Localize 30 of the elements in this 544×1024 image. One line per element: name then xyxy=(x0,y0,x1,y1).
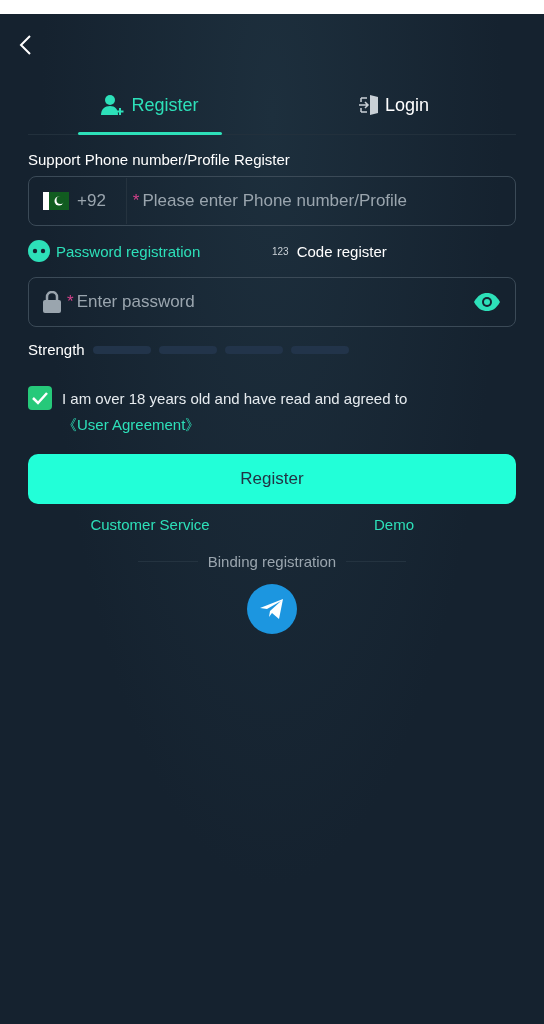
code-digits: 123 xyxy=(272,245,289,257)
register-button[interactable]: Register xyxy=(28,454,516,504)
user-add-icon xyxy=(101,94,126,116)
required-mark: * xyxy=(67,292,74,312)
tab[interactable]: Register xyxy=(28,76,272,134)
required-mark: * xyxy=(132,191,140,211)
method-tab[interactable]: 123 Code register xyxy=(272,242,516,260)
tab[interactable]: Login xyxy=(272,76,516,134)
eye-icon[interactable] xyxy=(473,292,501,312)
password-field[interactable]: * Enter password xyxy=(28,277,516,327)
lock-icon xyxy=(43,291,61,313)
footer-link[interactable]: Demo xyxy=(272,516,516,533)
telegram-button[interactable] xyxy=(247,584,297,634)
method-tab[interactable]: Password registration xyxy=(28,240,272,262)
flag-icon xyxy=(43,192,69,210)
door-icon xyxy=(358,94,379,116)
user-agreement-link[interactable]: 《User Agreement》 xyxy=(62,416,201,433)
password-dots-icon xyxy=(28,240,50,262)
agreement-text: I am over 18 years old and have read and agreed to 《User Agreement》 xyxy=(62,389,409,435)
check-icon xyxy=(32,391,48,405)
form-label: Support Phone number/Profile Register xyxy=(28,151,291,168)
phone-input[interactable]: Please enter Phone number/Profile xyxy=(140,190,501,212)
phone-field[interactable]: +92 * Please enter Phone number/Profile xyxy=(28,176,516,226)
footer-link[interactable]: Customer Service xyxy=(28,516,272,533)
password-input[interactable]: Enter password xyxy=(74,291,473,313)
paper-plane-icon xyxy=(259,598,285,620)
agree-checkbox[interactable] xyxy=(28,386,52,410)
binding-label: Binding registration xyxy=(207,553,337,570)
country-code[interactable]: +92 xyxy=(77,178,127,224)
strength-label: Strength xyxy=(28,341,85,358)
